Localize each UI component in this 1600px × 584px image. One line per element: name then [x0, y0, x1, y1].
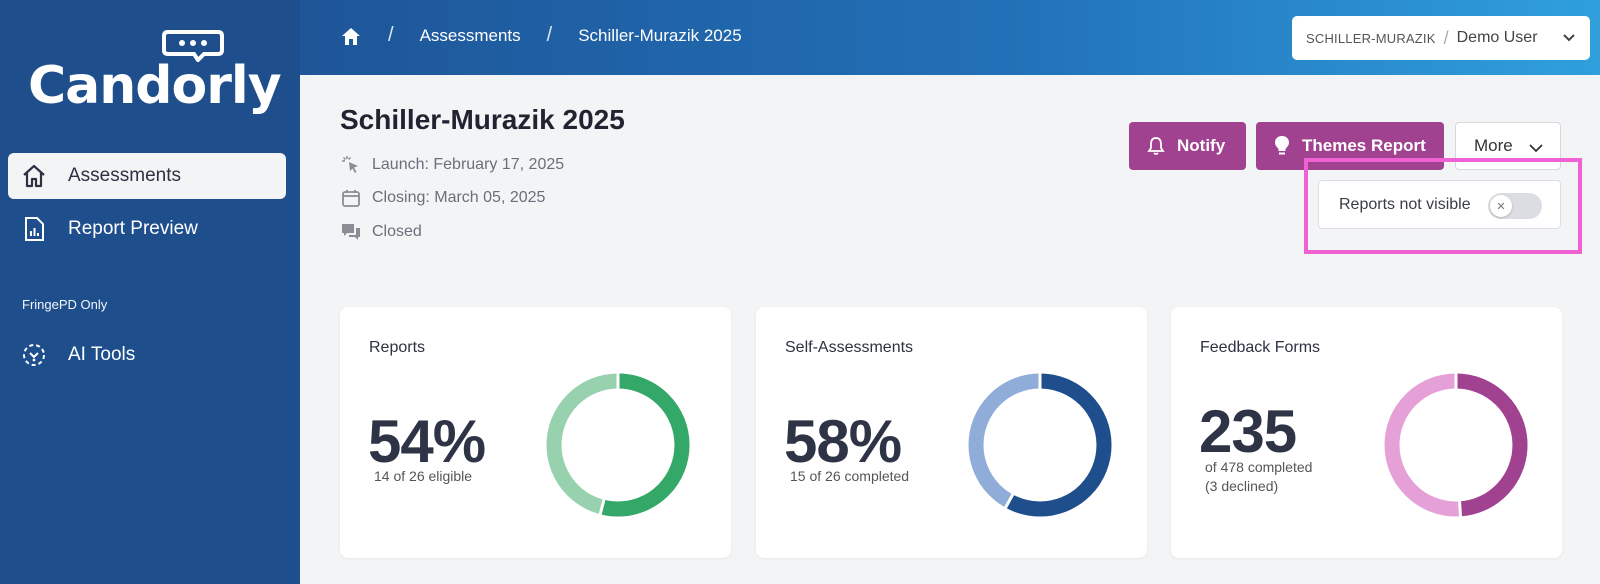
- ai-tools-icon: [20, 341, 48, 369]
- launch-date: Launch: February 17, 2025: [340, 154, 564, 176]
- sidebar-item-assessments[interactable]: Assessments: [8, 153, 286, 199]
- closing-date: Closing: March 05, 2025: [340, 187, 545, 209]
- more-button[interactable]: More: [1455, 122, 1561, 170]
- card-value: 58%: [784, 408, 902, 475]
- sidebar-item-label: Report Preview: [68, 218, 198, 239]
- card-value: 235: [1199, 398, 1297, 465]
- card-subtext: 14 of 26 eligible: [374, 468, 473, 484]
- report-icon: [20, 215, 48, 243]
- status-text: Closed: [372, 223, 422, 240]
- org-user-separator: /: [1443, 27, 1449, 48]
- self-assessments-donut-chart: [968, 373, 1112, 517]
- sidebar-item-report-preview[interactable]: Report Preview: [8, 206, 286, 252]
- chat-bubbles-icon: [340, 221, 362, 243]
- card-subtext: of 478 completed: [1205, 459, 1313, 475]
- top-header: / Assessments / Schiller-Murazik 2025 SC…: [300, 0, 1600, 75]
- calendar-icon: [340, 187, 362, 209]
- home-icon: [20, 162, 48, 190]
- sidebar-item-label: Assessments: [68, 165, 181, 186]
- sidebar: Candorly Assessments Report Preview Frin…: [0, 0, 300, 584]
- reports-visibility-toggle[interactable]: ✕: [1488, 193, 1542, 219]
- feedback-forms-card: Feedback Forms 235 of 478 completed (3 d…: [1171, 307, 1562, 558]
- self-assessments-card: Self-Assessments 58% 15 of 26 completed: [756, 307, 1147, 558]
- page-title: Schiller-Murazik 2025: [340, 104, 625, 135]
- sidebar-item-label: AI Tools: [68, 344, 136, 365]
- breadcrumb-current: Schiller-Murazik 2025: [578, 25, 742, 45]
- breadcrumb-separator: /: [546, 24, 553, 46]
- notify-button[interactable]: Notify: [1129, 122, 1246, 170]
- donut-segment-gap: [1457, 500, 1463, 517]
- sidebar-item-ai-tools[interactable]: AI Tools: [8, 332, 286, 378]
- themes-report-button[interactable]: Themes Report: [1256, 122, 1444, 170]
- reports-donut-chart: [546, 373, 690, 517]
- user-name: Demo User: [1456, 29, 1538, 46]
- breadcrumb: / Assessments / Schiller-Murazik 2025: [340, 24, 742, 47]
- card-title: Feedback Forms: [1200, 339, 1321, 356]
- card-subtext: 15 of 26 completed: [790, 468, 910, 484]
- card-subtext-declined: (3 declined): [1205, 478, 1279, 494]
- reports-card: Reports 54% 14 of 26 eligible: [340, 307, 731, 558]
- status: Closed: [340, 221, 422, 243]
- reports-visibility-label: Reports not visible: [1339, 195, 1471, 213]
- breadcrumb-assessments[interactable]: Assessments: [420, 26, 521, 46]
- reports-visibility-menu: Reports not visible ✕: [1318, 180, 1561, 229]
- bell-icon: [1147, 136, 1165, 156]
- chevron-down-icon: [1528, 140, 1544, 160]
- card-title: Reports: [369, 339, 426, 356]
- chevron-down-icon: [1562, 30, 1576, 49]
- logo-text: Candorly: [28, 56, 282, 116]
- org-name: SCHILLER-MURAZIK: [1306, 30, 1436, 46]
- sidebar-section-label: FringePD Only: [22, 297, 108, 312]
- home-icon[interactable]: [340, 25, 362, 47]
- user-menu[interactable]: SCHILLER-MURAZIK / Demo User: [1292, 16, 1590, 60]
- breadcrumb-separator: /: [388, 24, 394, 46]
- lightbulb-icon: [1274, 135, 1290, 157]
- close-icon: ✕: [1490, 195, 1512, 217]
- feedback-forms-donut-chart: [1384, 373, 1528, 517]
- card-value: 54%: [368, 408, 486, 475]
- candorly-logo[interactable]: Candorly: [26, 28, 282, 123]
- card-title: Self-Assessments: [785, 339, 914, 356]
- cursor-click-icon: [340, 154, 362, 176]
